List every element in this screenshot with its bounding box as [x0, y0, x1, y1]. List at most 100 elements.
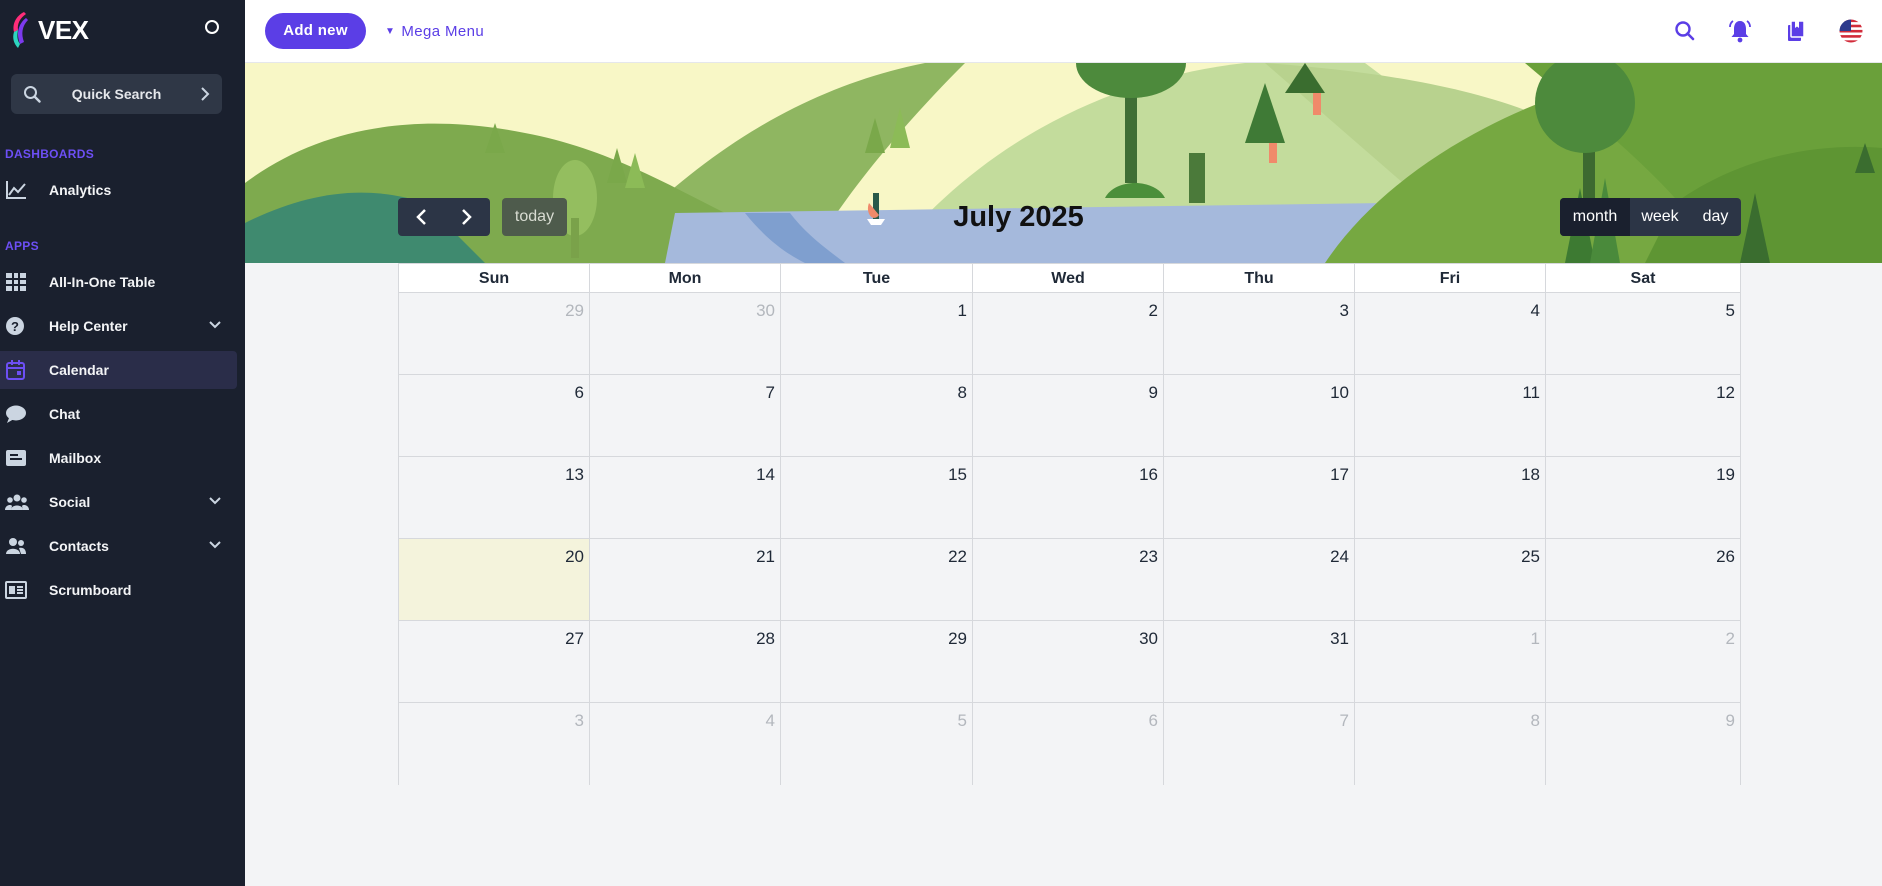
day-cell[interactable]: 19 [1546, 457, 1740, 539]
view-week-button[interactable]: week [1630, 198, 1690, 236]
day-cell[interactable]: 9 [973, 375, 1164, 457]
day-cell[interactable]: 6 [399, 375, 590, 457]
day-cell[interactable]: 3 [399, 703, 590, 785]
day-number[interactable]: 9 [1726, 711, 1735, 731]
day-number[interactable]: 1 [1531, 629, 1540, 649]
day-number[interactable]: 8 [958, 383, 967, 403]
day-cell[interactable]: 11 [1355, 375, 1546, 457]
day-number[interactable]: 7 [766, 383, 775, 403]
day-cell[interactable]: 4 [1355, 293, 1546, 375]
day-cell[interactable]: 29 [399, 293, 590, 375]
day-number[interactable]: 9 [1149, 383, 1158, 403]
day-number[interactable]: 12 [1716, 383, 1735, 403]
day-number[interactable]: 21 [756, 547, 775, 567]
day-cell-today[interactable]: 20 [399, 539, 590, 621]
day-cell[interactable]: 9 [1546, 703, 1740, 785]
day-cell[interactable]: 5 [1546, 293, 1740, 375]
day-cell[interactable]: 1 [781, 293, 973, 375]
day-cell[interactable]: 30 [590, 293, 781, 375]
day-cell[interactable]: 26 [1546, 539, 1740, 621]
sidebar-item-mailbox[interactable]: Mailbox [0, 439, 237, 477]
day-cell[interactable]: 22 [781, 539, 973, 621]
day-number[interactable]: 25 [1521, 547, 1540, 567]
day-number[interactable]: 20 [565, 547, 584, 567]
day-number[interactable]: 3 [1340, 301, 1349, 321]
day-number[interactable]: 22 [948, 547, 967, 567]
day-number[interactable]: 23 [1139, 547, 1158, 567]
day-cell[interactable]: 10 [1164, 375, 1355, 457]
mega-menu-button[interactable]: ▼ Mega Menu [385, 23, 484, 40]
day-cell[interactable]: 7 [590, 375, 781, 457]
day-cell[interactable]: 13 [399, 457, 590, 539]
search-icon[interactable] [1672, 18, 1698, 44]
day-number[interactable]: 27 [565, 629, 584, 649]
day-number[interactable]: 10 [1330, 383, 1349, 403]
day-number[interactable]: 30 [1139, 629, 1158, 649]
day-number[interactable]: 4 [1531, 301, 1540, 321]
day-number[interactable]: 13 [565, 465, 584, 485]
sidebar-item-analytics[interactable]: Analytics [0, 171, 237, 209]
day-number[interactable]: 2 [1149, 301, 1158, 321]
day-cell[interactable]: 6 [973, 703, 1164, 785]
day-number[interactable]: 6 [1149, 711, 1158, 731]
day-number[interactable]: 24 [1330, 547, 1349, 567]
day-cell[interactable]: 8 [1355, 703, 1546, 785]
day-number[interactable]: 31 [1330, 629, 1349, 649]
day-cell[interactable]: 4 [590, 703, 781, 785]
day-cell[interactable]: 2 [973, 293, 1164, 375]
day-cell[interactable]: 28 [590, 621, 781, 703]
day-number[interactable]: 6 [575, 383, 584, 403]
day-number[interactable]: 14 [756, 465, 775, 485]
day-cell[interactable]: 1 [1355, 621, 1546, 703]
day-cell[interactable]: 17 [1164, 457, 1355, 539]
day-cell[interactable]: 30 [973, 621, 1164, 703]
day-cell[interactable]: 5 [781, 703, 973, 785]
day-cell[interactable]: 8 [781, 375, 973, 457]
day-number[interactable]: 8 [1531, 711, 1540, 731]
sidebar-item-calendar[interactable]: Calendar [0, 351, 237, 389]
sidebar-item-scrumboard[interactable]: Scrumboard [0, 571, 237, 609]
day-number[interactable]: 30 [756, 301, 775, 321]
quick-search-button[interactable]: Quick Search [11, 74, 222, 114]
day-number[interactable]: 18 [1521, 465, 1540, 485]
day-number[interactable]: 3 [575, 711, 584, 731]
day-number[interactable]: 7 [1340, 711, 1349, 731]
day-cell[interactable]: 25 [1355, 539, 1546, 621]
day-cell[interactable]: 29 [781, 621, 973, 703]
us-flag-icon[interactable] [1838, 18, 1864, 44]
day-number[interactable]: 5 [1726, 301, 1735, 321]
day-number[interactable]: 28 [756, 629, 775, 649]
sidebar-item-contacts[interactable]: Contacts [0, 527, 237, 565]
day-cell[interactable]: 18 [1355, 457, 1546, 539]
day-number[interactable]: 15 [948, 465, 967, 485]
view-day-button[interactable]: day [1690, 198, 1741, 236]
day-cell[interactable]: 3 [1164, 293, 1355, 375]
sidebar-item-help-center[interactable]: ? Help Center [0, 307, 237, 345]
day-cell[interactable]: 27 [399, 621, 590, 703]
day-number[interactable]: 11 [1522, 383, 1540, 403]
day-number[interactable]: 19 [1716, 465, 1735, 485]
sidebar-item-all-in-one-table[interactable]: All-In-One Table [0, 263, 237, 301]
day-number[interactable]: 4 [766, 711, 775, 731]
sidebar-collapse-toggle[interactable] [205, 20, 219, 34]
day-cell[interactable]: 7 [1164, 703, 1355, 785]
day-cell[interactable]: 21 [590, 539, 781, 621]
day-number[interactable]: 1 [958, 301, 967, 321]
bell-icon[interactable] [1727, 18, 1753, 44]
day-cell[interactable]: 12 [1546, 375, 1740, 457]
day-cell[interactable]: 23 [973, 539, 1164, 621]
day-number[interactable]: 17 [1330, 465, 1349, 485]
add-new-button[interactable]: Add new [265, 13, 366, 49]
day-number[interactable]: 26 [1716, 547, 1735, 567]
day-number[interactable]: 2 [1726, 629, 1735, 649]
day-cell[interactable]: 2 [1546, 621, 1740, 703]
day-number[interactable]: 16 [1139, 465, 1158, 485]
sidebar-item-chat[interactable]: Chat [0, 395, 237, 433]
view-month-button[interactable]: month [1560, 198, 1630, 236]
day-number[interactable]: 5 [958, 711, 967, 731]
bookmarks-icon[interactable] [1783, 18, 1809, 44]
day-cell[interactable]: 31 [1164, 621, 1355, 703]
day-cell[interactable]: 24 [1164, 539, 1355, 621]
day-number[interactable]: 29 [565, 301, 584, 321]
day-cell[interactable]: 14 [590, 457, 781, 539]
